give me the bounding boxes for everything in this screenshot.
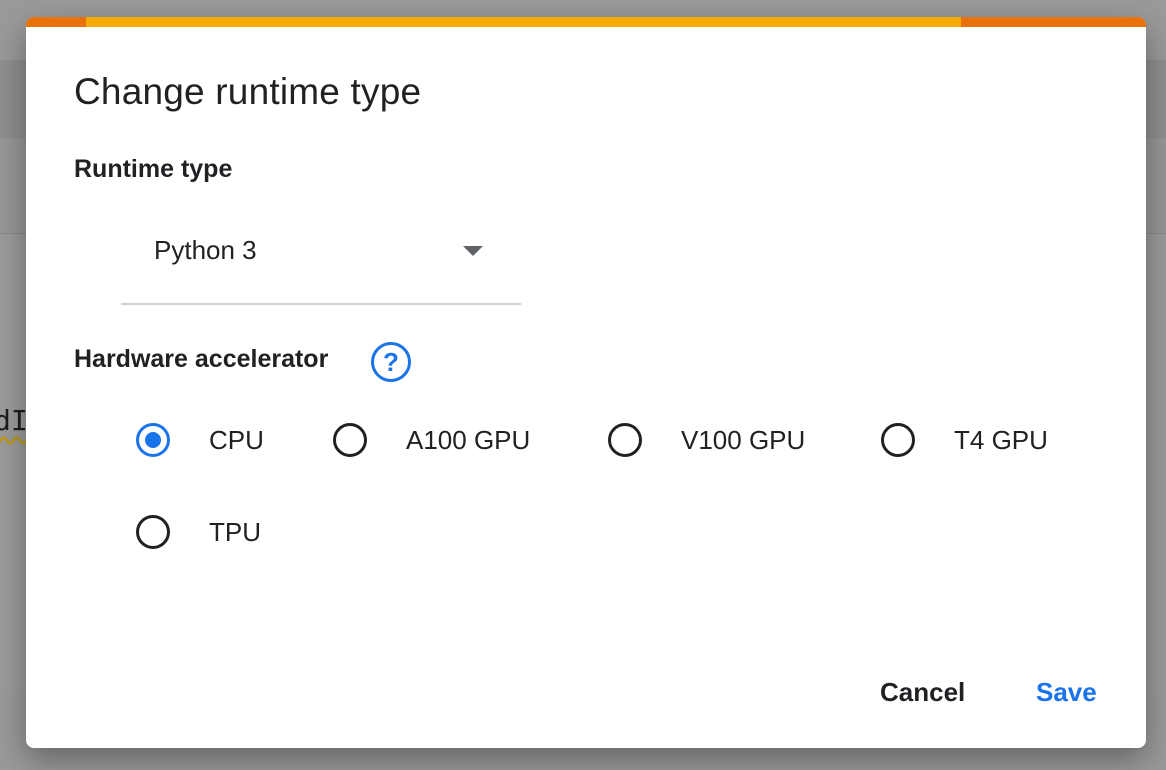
radio-button-icon [136,423,170,457]
radio-a100-gpu[interactable]: A100 GPU [333,423,530,457]
change-runtime-dialog: Change runtime type Runtime type Python … [26,17,1146,748]
radio-button-icon [881,423,915,457]
radio-v100-gpu[interactable]: V100 GPU [608,423,805,457]
runtime-type-label: Runtime type [74,155,233,183]
cancel-button[interactable]: Cancel [872,673,973,712]
radio-label-v100-gpu: V100 GPU [681,424,806,455]
radio-label-cpu: CPU [209,424,264,455]
radio-button-icon [608,423,642,457]
dialog-title: Change runtime type [74,71,422,112]
radio-button-icon [333,423,367,457]
help-circle-icon[interactable]: ? [371,342,411,382]
radio-label-t4-gpu: T4 GPU [954,424,1048,455]
runtime-type-value: Python 3 [154,235,257,265]
radio-button-icon [136,515,170,549]
background-code-fragment: dI [0,404,28,437]
runtime-type-select[interactable]: Python 3 [121,215,521,305]
radio-tpu[interactable]: TPU [136,515,261,549]
radio-label-a100-gpu: A100 GPU [406,424,531,455]
dialog-accent-bar [26,17,1146,27]
save-button[interactable]: Save [1028,673,1105,712]
radio-label-tpu: TPU [209,516,261,547]
radio-t4-gpu[interactable]: T4 GPU [881,423,1048,457]
radio-cpu[interactable]: CPU [136,423,264,457]
dropdown-arrow-icon [463,246,483,256]
hardware-accelerator-label: Hardware accelerator [74,345,329,373]
